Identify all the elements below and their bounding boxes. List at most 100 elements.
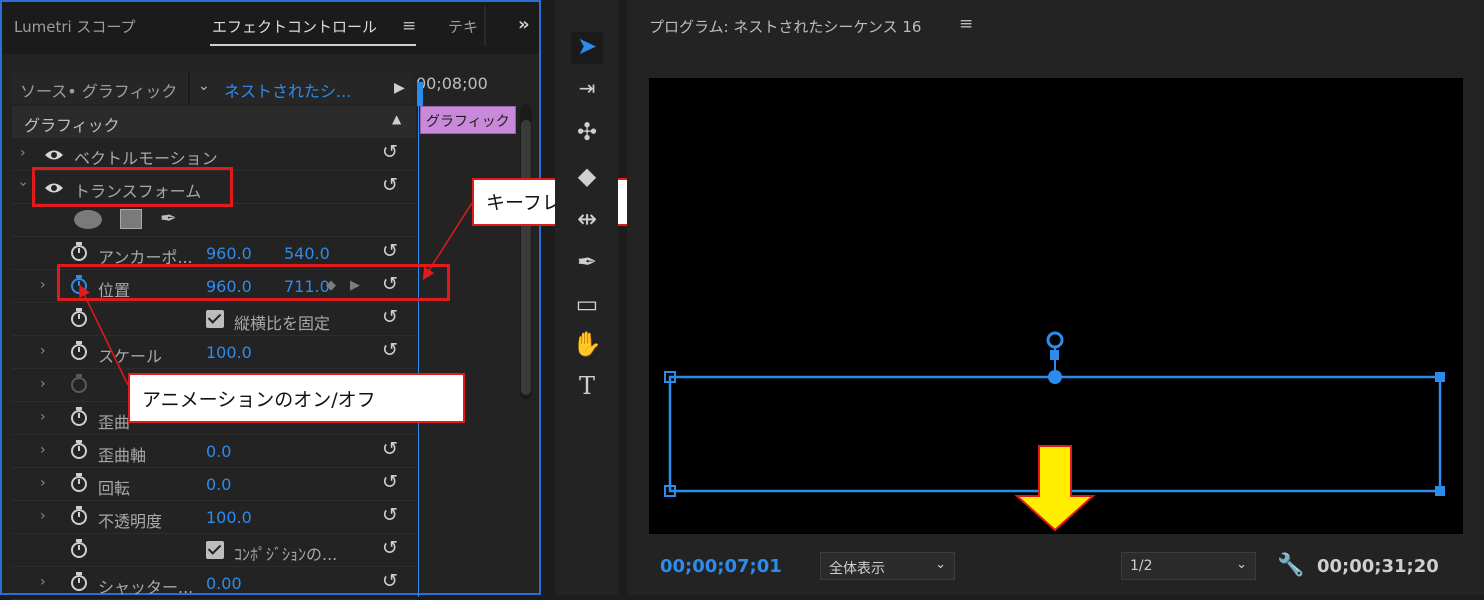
property-label: シャッター... [98,578,194,597]
hamburger-icon[interactable]: ≡ [959,14,973,34]
resolution-select[interactable]: 1/2 ⌄ [1121,552,1256,580]
duration-timecode: 00;00;31;20 [1317,556,1439,577]
track-select-tool-icon[interactable]: ⇥ [571,76,603,108]
play-triangle-icon[interactable]: ▶ [394,80,405,96]
skew-axis-value[interactable]: 0.0 [206,442,231,461]
expand-chevron-icon[interactable]: › [15,181,31,187]
reset-icon[interactable]: ↺ [382,306,398,328]
tab-lumetri-scopes[interactable]: Lumetri スコープ [14,16,136,37]
stopwatch-icon[interactable] [70,341,88,361]
opacity-value[interactable]: 100.0 [206,508,252,527]
reset-icon[interactable]: ↺ [382,471,398,493]
ellipse-mask-icon[interactable] [74,210,102,229]
stopwatch-icon[interactable] [70,539,88,559]
reset-icon[interactable]: ↺ [382,438,398,460]
chevron-down-icon[interactable]: ⌄ [198,78,210,94]
row-scale: › スケール 100.0 ↺ [12,336,416,369]
stopwatch-icon[interactable] [70,572,88,592]
reset-icon[interactable]: ↺ [382,537,398,559]
section-title: グラフィック [24,116,120,135]
composition-shutter-checkbox[interactable] [206,541,224,559]
row-composition-shutter: ｺﾝﾎﾟｼﾞｼｮﾝの... ↺ [12,534,416,567]
stopwatch-icon[interactable] [70,308,88,328]
eye-icon[interactable] [44,149,64,161]
rectangle-mask-icon[interactable] [120,209,142,229]
expand-chevron-icon[interactable]: › [40,442,46,458]
active-tab-underline [210,44,416,46]
reset-icon[interactable]: ↺ [382,240,398,262]
current-timecode[interactable]: 00;00;07;01 [660,556,782,577]
anchor-y-value[interactable]: 540.0 [284,244,330,263]
tab-text[interactable]: テキ [448,16,478,37]
expand-chevron-icon[interactable]: › [40,475,46,491]
property-label: スケール [98,347,163,366]
type-tool-icon[interactable]: T [571,372,603,404]
ripple-edit-tool-icon[interactable]: ✣ [571,118,603,150]
zoom-select-value: 全体表示 [829,561,885,577]
shutter-value[interactable]: 0.00 [206,574,242,593]
row-shutter-angle: › シャッター... 0.00 ↺ [12,567,416,600]
reset-icon[interactable]: ↺ [382,504,398,526]
scrollbar-thumb[interactable] [521,120,531,395]
scale-value[interactable]: 100.0 [206,343,252,362]
tools-panel: ➤ ⇥ ✣ ◆ ⇹ ✒ ▭ ✋ T [555,0,618,595]
tab-effect-controls[interactable]: エフェクトコントロール [212,16,377,37]
collapse-up-icon[interactable]: ▲ [392,112,401,126]
double-chevron-right-icon[interactable]: » [518,14,530,35]
source-separator [188,72,190,104]
reset-icon[interactable]: ↺ [382,174,398,196]
property-label: 回転 [98,479,131,498]
expand-chevron-icon[interactable]: › [40,376,46,392]
playhead-line [418,98,419,597]
program-viewer[interactable] [649,78,1463,534]
expand-chevron-icon[interactable]: › [20,145,26,161]
stopwatch-icon[interactable] [70,473,88,493]
expand-chevron-icon[interactable]: › [40,409,46,425]
reset-icon[interactable]: ↺ [382,339,398,361]
hand-tool-icon[interactable]: ✋ [571,330,603,362]
source-row: ソース• グラフィック ⌄ ネストされたシ... ▶ [12,72,412,104]
selection-tool-icon[interactable]: ➤ [571,32,603,64]
reset-icon[interactable]: ↺ [382,570,398,592]
rotation-value[interactable]: 0.0 [206,475,231,494]
row-skew-axis: › 歪曲軸 0.0 ↺ [12,435,416,468]
stopwatch-icon[interactable] [70,407,88,427]
expand-chevron-icon[interactable]: › [40,277,46,293]
graphic-clip[interactable]: グラフィック [420,106,516,134]
row-opacity: › 不透明度 100.0 ↺ [12,501,416,534]
pen-mask-icon[interactable]: ✒ [160,206,177,230]
playhead-handle[interactable] [417,82,423,106]
pen-tool-icon[interactable]: ✒ [571,248,603,280]
expand-chevron-icon[interactable]: › [40,574,46,590]
stopwatch-icon [71,374,87,393]
rectangle-tool-icon[interactable]: ▭ [571,290,603,322]
stopwatch-icon[interactable] [70,242,88,262]
stopwatch-icon[interactable] [70,506,88,526]
expand-chevron-icon[interactable]: › [40,343,46,359]
razor-tool-icon[interactable]: ◆ [571,162,603,194]
chevron-down-icon: ⌄ [1236,557,1247,572]
slip-tool-icon[interactable]: ⇹ [571,205,603,237]
timeline-timecode: 00;08;00 [416,74,488,93]
resolution-select-value: 1/2 [1130,558,1153,574]
reset-icon[interactable]: ↺ [382,141,398,163]
section-header: グラフィック ▲ [12,106,416,138]
panel-tab-bar: Lumetri スコープ エフェクトコントロール テキ ≡ » [2,2,539,54]
tab-divider [484,6,486,46]
uniform-scale-checkbox[interactable] [206,310,224,328]
sequence-selector[interactable]: ネストされたシ... [224,78,351,102]
anchor-x-value[interactable]: 960.0 [206,244,252,263]
property-label: 歪曲 [98,413,131,432]
expand-chevron-icon[interactable]: › [40,508,46,524]
bounding-box-overlay[interactable] [649,78,1463,534]
stopwatch-icon[interactable] [70,440,88,460]
row-rotation: › 回転 0.0 ↺ [12,468,416,501]
checkbox-label: ｺﾝﾎﾟｼﾞｼｮﾝの... [234,545,338,564]
effect-label: ベクトルモーション [74,149,218,168]
position-highlight-box [57,264,450,301]
source-label: ソース• グラフィック [20,82,178,101]
wrench-icon[interactable]: 🔧 [1277,553,1304,578]
hamburger-icon[interactable]: ≡ [402,16,416,36]
program-title: プログラム: ネストされたシーケンス 16 [649,18,922,36]
zoom-select[interactable]: 全体表示 ⌄ [820,552,955,580]
